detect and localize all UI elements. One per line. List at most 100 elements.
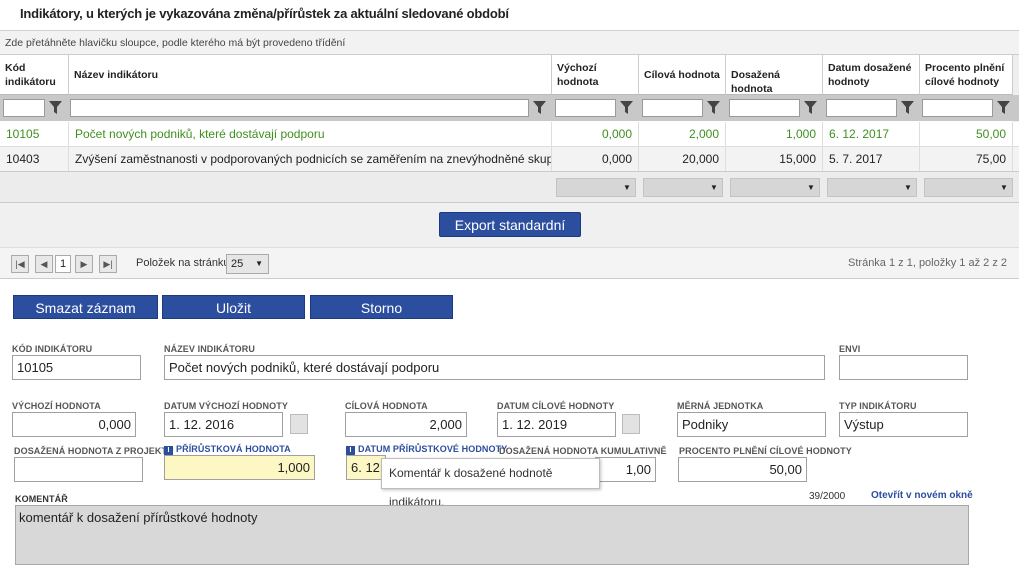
filter-input-cilova[interactable] [642,99,703,117]
per-page-value: 25 [231,258,244,270]
aggregate-select-vychozi[interactable]: ▼ [556,178,636,197]
info-icon: i [164,446,173,455]
filter-icon[interactable] [901,100,914,115]
open-new-window-link[interactable]: Otevřít v novém okně [871,490,973,501]
envi-label: ENVI [839,344,861,354]
cell-datum: 6. 12. 2017 [823,122,920,147]
cell-dosazena: 1,000 [726,122,823,147]
kumulativ-label: Dosažená hodnota kumulativně [499,446,667,456]
cell-vychozi: 0,000 [552,147,639,172]
per-page-label: Položek na stránku [136,257,230,269]
aggregate-select-dosazena[interactable]: ▼ [730,178,820,197]
procento-field[interactable]: 50,00 [678,457,807,482]
komentar-label: Komentář [15,494,68,504]
aggregate-select-procento[interactable]: ▼ [924,178,1013,197]
chevron-down-icon: ▼ [904,183,912,192]
table-row[interactable]: 10403 Zvýšení zaměstnanosti v podporovan… [0,147,1019,172]
cancel-button[interactable]: Storno [310,295,453,319]
filter-icon[interactable] [707,100,720,115]
col-header-datum[interactable]: Datum dosažené hodnoty [823,55,920,95]
filter-input-kod[interactable] [3,99,45,117]
col-header-nazev[interactable]: Název indikátoru [69,55,552,95]
filter-input-dosazena[interactable] [729,99,800,117]
vychozi-field[interactable]: 0,000 [12,412,136,437]
tooltip: Komentář k dosažené hodnotě indikátoru. [381,458,600,509]
prirustkova-field[interactable]: 1,000 [164,455,315,480]
col-header-cilova[interactable]: Cílová hodnota [639,55,726,95]
datum-prir-label-text: Datum přírůstkové hodnoty [358,444,508,454]
page-number-input[interactable]: 1 [55,255,71,273]
kumulativ-field[interactable]: 1,00 [595,457,656,482]
cell-cilova: 20,000 [639,147,726,172]
cell-kod: 10105 [0,122,69,147]
datum-vychozi-field[interactable]: 1. 12. 2016 [164,412,283,437]
chevron-down-icon: ▼ [710,183,718,192]
filter-input-vychozi[interactable] [555,99,616,117]
envi-field[interactable] [839,355,968,380]
chevron-down-icon: ▼ [807,183,815,192]
cilova-field[interactable]: 2,000 [345,412,467,437]
filter-icon[interactable] [804,100,817,115]
jednotka-label: Měrná jednotka [677,401,764,411]
cell-cilova: 2,000 [639,122,726,147]
calendar-icon[interactable] [290,414,308,434]
filter-input-nazev[interactable] [70,99,529,117]
filter-input-procento[interactable] [922,99,993,117]
datum-vychozi-label: Datum výchozí hodnoty [164,401,288,411]
aggregate-select-datum[interactable]: ▼ [827,178,917,197]
aggregate-row: ▼ ▼ ▼ ▼ ▼ [0,171,1019,203]
aggregate-select-cilova[interactable]: ▼ [643,178,723,197]
cell-vychozi: 0,000 [552,122,639,147]
info-icon: i [346,446,355,455]
cell-nazev: Počet nových podniků, které dostávají po… [69,122,552,147]
chevron-down-icon: ▼ [1000,183,1008,192]
kod-label: Kód indikátoru [12,344,93,354]
jednotka-field[interactable]: Podniky [677,412,826,437]
col-header-dosazena[interactable]: Dosažená hodnota [726,55,823,95]
col-header-procento[interactable]: Procento plnění cílové hodnoty [920,55,1013,95]
filter-row [0,95,1019,121]
delete-button[interactable]: Smazat záznam [13,295,158,319]
prirustkova-label: i Přírůstková hodnota [164,444,291,455]
table-row[interactable]: 10105 Počet nových podniků, které dostáv… [0,122,1019,147]
datum-prir-field[interactable]: 6. 12. [346,455,386,480]
calendar-icon[interactable] [622,414,640,434]
chevron-down-icon: ▼ [623,183,631,192]
grid-title: Indikátory, u kterých je vykazována změn… [20,6,509,21]
dosazena-proj-field[interactable] [14,457,143,482]
datum-cilove-field[interactable]: 1. 12. 2019 [497,412,616,437]
komentar-textarea[interactable]: komentář k dosažení přírůstkové hodnoty [15,505,969,565]
prev-page-icon[interactable]: ◀ [35,255,53,273]
last-page-icon[interactable]: ▶| [99,255,117,273]
typ-label: Typ indikátoru [839,401,917,411]
procento-label: Procento plnění cílové hodnoty [679,446,852,456]
chevron-down-icon: ▼ [255,259,263,268]
per-page-select[interactable]: 25 ▼ [226,254,269,274]
filter-icon[interactable] [997,100,1010,115]
col-header-vychozi[interactable]: Výchozí hodnota [552,55,639,95]
cilova-label: Cílová hodnota [345,401,428,411]
cell-procento: 75,00 [920,147,1013,172]
col-header-kod[interactable]: Kód indikátoru [0,55,69,95]
save-button[interactable]: Uložit [162,295,305,319]
pager-summary: Stránka 1 z 1, položky 1 až 2 z 2 [848,257,1007,269]
filter-icon[interactable] [49,100,62,115]
dosazena-proj-label: Dosažená hodnota z projektu [14,446,174,456]
nazev-field[interactable]: Počet nových podniků, které dostávají po… [164,355,825,380]
first-page-icon[interactable]: |◀ [11,255,29,273]
cell-procento: 50,00 [920,122,1013,147]
prirustkova-label-text: Přírůstková hodnota [176,444,291,454]
cell-dosazena: 15,000 [726,147,823,172]
filter-icon[interactable] [620,100,633,115]
typ-field[interactable]: Výstup [839,412,968,437]
datum-cilove-label: Datum cílové hodnoty [497,401,615,411]
filter-icon[interactable] [533,100,546,115]
cell-kod: 10403 [0,147,69,172]
cell-nazev: Zvýšení zaměstnanosti v podporovaných po… [69,147,552,172]
datum-prir-label: i Datum přírůstkové hodnoty [346,444,507,455]
char-counter: 39/2000 [809,491,846,502]
next-page-icon[interactable]: ▶ [75,255,93,273]
kod-field[interactable]: 10105 [12,355,141,380]
filter-input-datum[interactable] [826,99,897,117]
export-button[interactable]: Export standardní [439,212,581,237]
